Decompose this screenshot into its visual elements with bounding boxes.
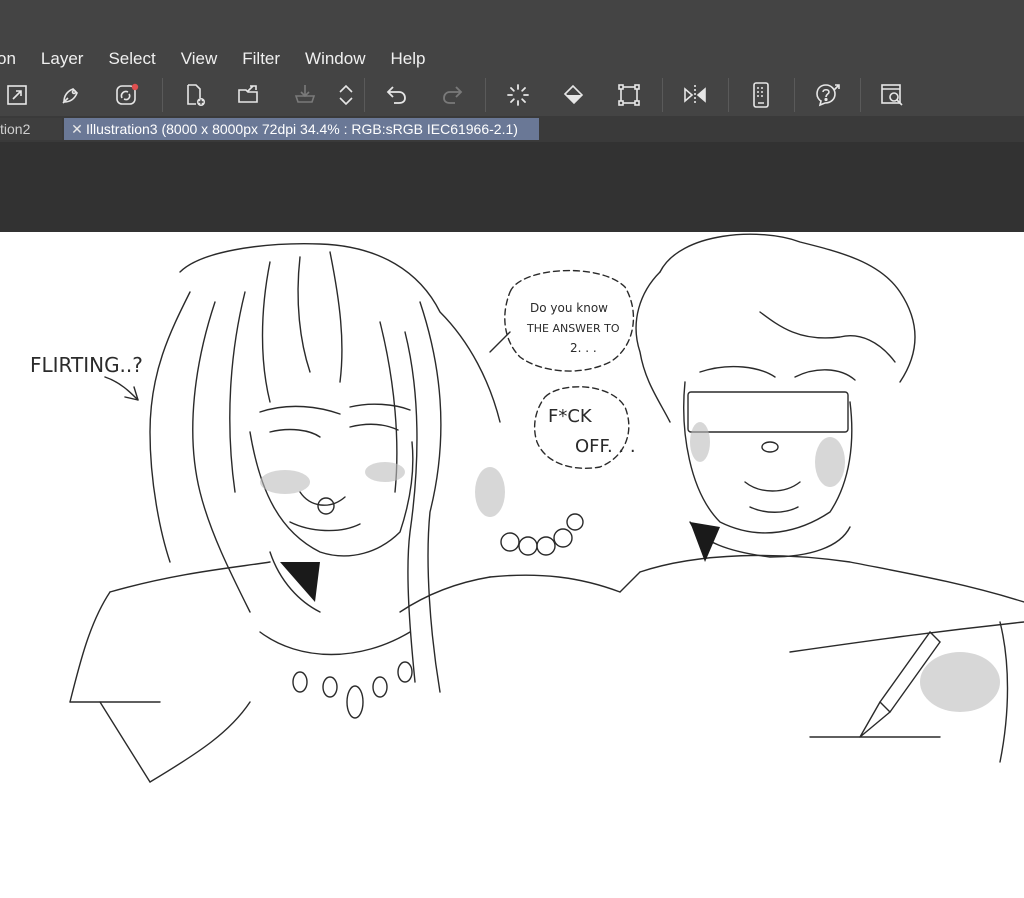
toolbar-separator [485, 78, 486, 112]
sketch-artwork: FLIRTING..? Do you know THE ANSWER TO 2.… [30, 233, 1024, 783]
undo-icon[interactable] [382, 80, 412, 110]
command-bar [0, 74, 1024, 116]
menu-item-select[interactable]: Select [97, 49, 169, 69]
help-icon[interactable] [812, 80, 842, 110]
expand-icon[interactable] [2, 80, 32, 110]
menu-item-filter[interactable]: Filter [231, 49, 294, 69]
bubble1-line2: THE ANSWER TO [526, 322, 620, 335]
edit-link-icon[interactable] [56, 80, 86, 110]
menu-item-help[interactable]: Help [380, 49, 440, 69]
toolbar-separator [162, 78, 163, 112]
canvas-background [0, 142, 1024, 232]
flirting-label: FLIRTING..? [30, 353, 143, 377]
save-icon[interactable] [290, 80, 320, 110]
drawing-canvas[interactable]: FLIRTING..? Do you know THE ANSWER TO 2.… [0, 232, 1024, 898]
menu-item-layer[interactable]: Layer [30, 49, 98, 69]
device-icon[interactable] [746, 80, 776, 110]
open-folder-icon[interactable] [234, 80, 264, 110]
search-window-icon[interactable] [878, 80, 908, 110]
toolbar-separator [728, 78, 729, 112]
bubble2-line1: F*CK [548, 406, 593, 427]
fill-icon[interactable] [559, 80, 589, 110]
tab-illustration3[interactable]: ✕ Illustration3 (8000 x 8000px 72dpi 34.… [64, 118, 539, 140]
menu-item-view[interactable]: View [170, 49, 232, 69]
close-icon[interactable]: ✕ [68, 121, 86, 138]
menu-bar: on Layer Select View Filter Window Help [0, 44, 1024, 74]
tab-label: Illustration3 (8000 x 8000px 72dpi 34.4%… [86, 121, 518, 137]
loading-icon[interactable] [503, 80, 533, 110]
flip-horizontal-icon[interactable] [680, 80, 710, 110]
bubble1-line3: 2. . . [570, 341, 597, 355]
toolbar-separator [794, 78, 795, 112]
menu-item-animation[interactable]: on [0, 49, 30, 69]
bubble2-line2: OFF. . . [575, 436, 636, 457]
cloud-sync-icon[interactable] [112, 80, 142, 110]
up-down-icon[interactable] [331, 80, 361, 110]
transform-icon[interactable] [614, 80, 644, 110]
tab-label: tion2 [0, 121, 31, 137]
toolbar-separator [860, 78, 861, 112]
menu-item-window[interactable]: Window [294, 49, 379, 69]
new-file-icon[interactable] [180, 80, 210, 110]
redo-icon[interactable] [437, 80, 467, 110]
toolbar-separator [364, 78, 365, 112]
toolbar-separator [662, 78, 663, 112]
tab-illustration2[interactable]: tion2 [0, 118, 62, 140]
bubble1-line1: Do you know [530, 301, 608, 315]
title-bar [0, 0, 1024, 44]
document-tab-bar: tion2 ✕ Illustration3 (8000 x 8000px 72d… [0, 116, 1024, 142]
